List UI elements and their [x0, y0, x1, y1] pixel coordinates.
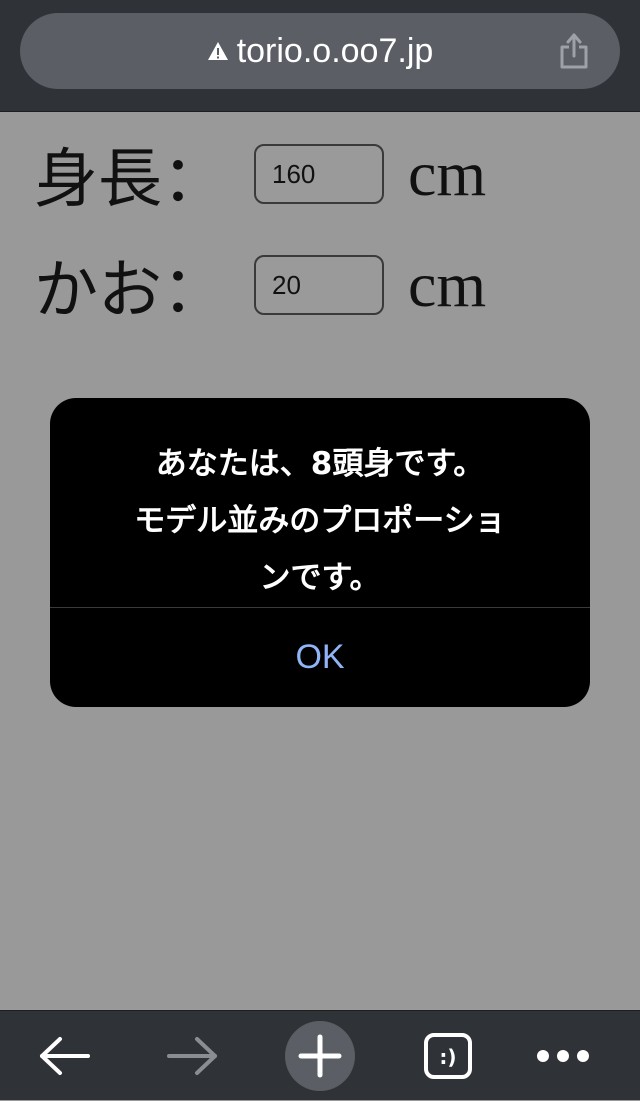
browser-top-bar: torio.o.oo7.jp	[0, 0, 640, 112]
share-icon[interactable]	[558, 30, 590, 70]
alert-message: あなたは、8頭身です。 モデル並みのプロポーショ ンです。	[90, 436, 550, 607]
tabs-icon: :)	[424, 1033, 472, 1079]
warning-triangle-icon	[207, 42, 228, 60]
address-url: torio.o.oo7.jp	[236, 31, 434, 70]
alert-message-line: ンです。	[259, 560, 381, 596]
arrow-right-icon	[167, 1037, 217, 1075]
height-input[interactable]	[254, 144, 384, 204]
browser-bottom-bar: :)	[0, 1010, 640, 1100]
ok-button[interactable]: OK	[50, 608, 590, 707]
menu-button[interactable]	[518, 1011, 608, 1101]
alert-message-line: あなたは、8頭身です。	[155, 446, 485, 482]
face-unit: cm	[408, 249, 487, 320]
tabs-button[interactable]: :)	[403, 1011, 493, 1101]
more-dots-icon	[537, 1050, 589, 1062]
face-input[interactable]	[254, 255, 384, 315]
back-button[interactable]	[20, 1011, 110, 1101]
forward-button[interactable]	[147, 1011, 237, 1101]
new-tab-button[interactable]	[275, 1011, 365, 1101]
address-text-wrap[interactable]: torio.o.oo7.jp	[20, 13, 620, 89]
address-bar[interactable]: torio.o.oo7.jp	[20, 13, 620, 89]
face-label: かお：	[34, 254, 226, 328]
height-unit: cm	[408, 138, 487, 209]
height-row: 身長： cm	[34, 124, 486, 224]
height-label: 身長：	[34, 143, 226, 217]
arrow-left-icon	[40, 1037, 90, 1075]
face-row: かお： cm	[34, 235, 486, 335]
tabs-glyph: :)	[439, 1045, 456, 1069]
alert-message-line: モデル並みのプロポーショ	[134, 503, 506, 539]
alert-dialog: あなたは、8頭身です。 モデル並みのプロポーショ ンです。 OK	[50, 398, 590, 707]
plus-icon	[285, 1021, 355, 1091]
